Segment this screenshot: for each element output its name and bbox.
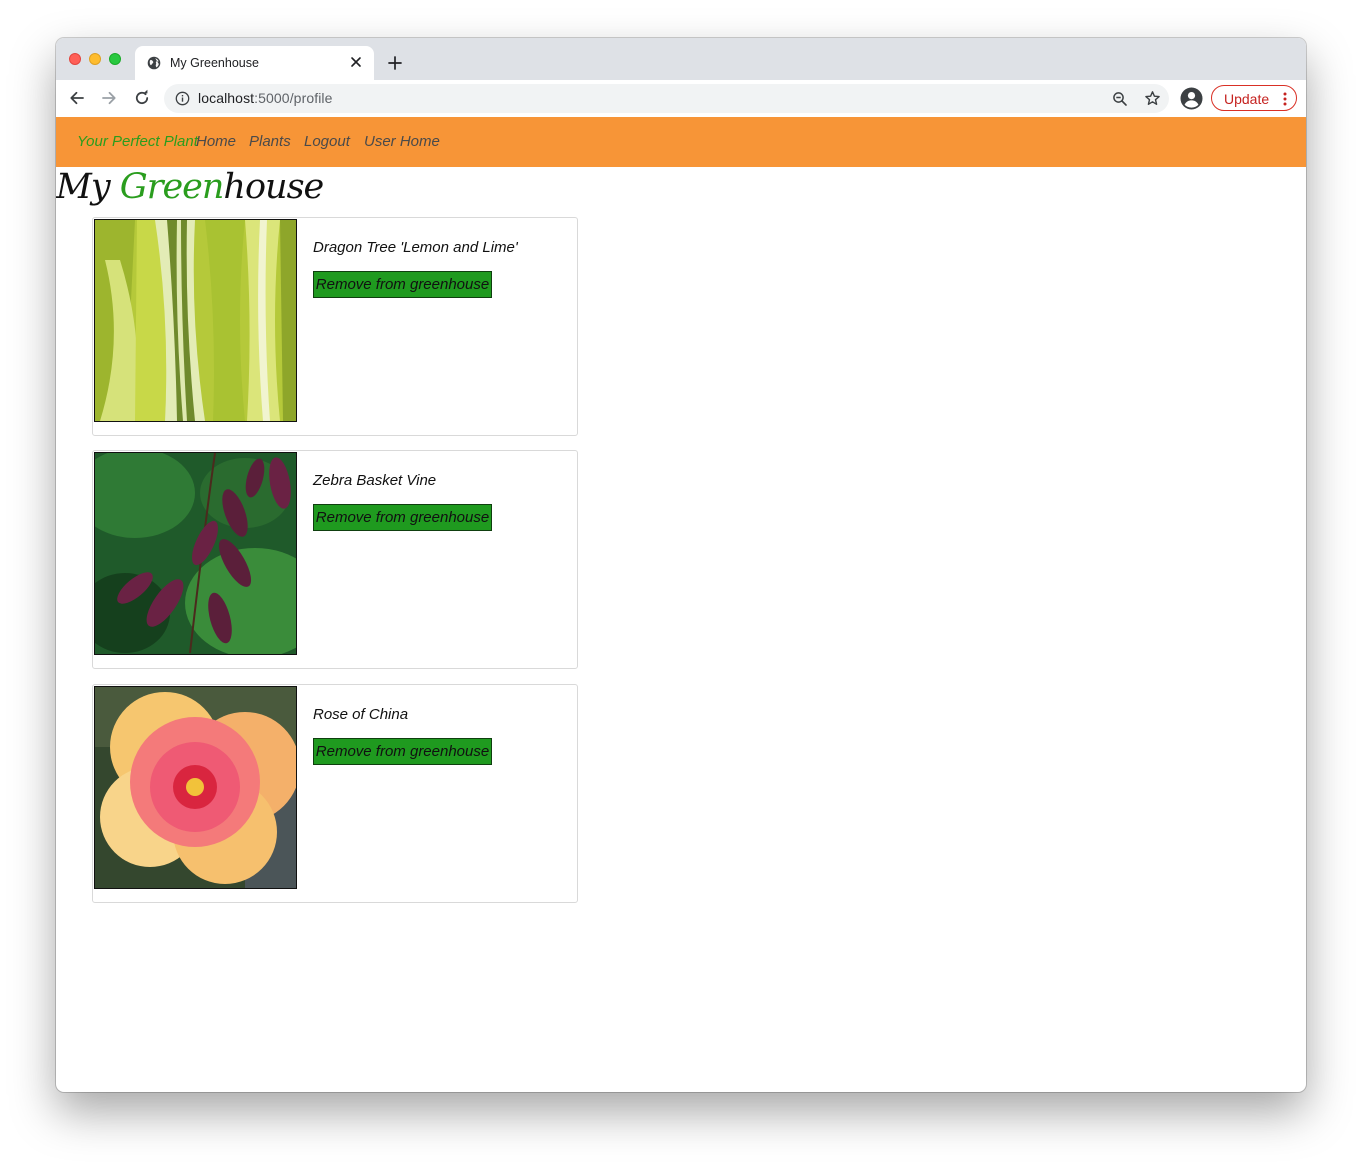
zoom-out-icon[interactable] xyxy=(1112,91,1128,107)
new-tab-plus-icon[interactable] xyxy=(387,55,403,71)
plant-name: Dragon Tree 'Lemon and Lime' xyxy=(313,239,518,256)
tab-active[interactable]: My Greenhouse xyxy=(135,46,374,80)
tab-title: My Greenhouse xyxy=(170,56,259,70)
reload-icon[interactable] xyxy=(133,89,151,107)
browser-toolbar: localhost:5000/profile Update xyxy=(56,80,1306,118)
update-label: Update xyxy=(1224,91,1270,107)
plant-card: Rose of China Remove from greenhouse xyxy=(92,684,578,903)
profile-avatar-icon[interactable] xyxy=(1180,87,1203,110)
update-button[interactable]: Update xyxy=(1211,85,1297,111)
nav-link-home[interactable]: Home xyxy=(196,133,236,150)
address-bar[interactable]: localhost:5000/profile xyxy=(164,84,1169,113)
page-title-part1: My xyxy=(56,167,120,207)
close-window-button[interactable] xyxy=(69,53,81,65)
nav-link-logout[interactable]: Logout xyxy=(304,133,350,150)
plant-image-zebra-vine xyxy=(94,452,297,655)
url-text[interactable]: localhost:5000/profile xyxy=(198,90,333,106)
nav-link-plants[interactable]: Plants xyxy=(249,133,291,150)
more-vert-icon[interactable] xyxy=(1283,92,1287,106)
url-host: localhost xyxy=(198,90,255,106)
bookmark-star-icon[interactable] xyxy=(1144,90,1161,107)
globe-icon xyxy=(147,56,161,70)
remove-from-greenhouse-button[interactable]: Remove from greenhouse xyxy=(313,738,492,765)
plant-card: Dragon Tree 'Lemon and Lime' Remove from… xyxy=(92,217,578,436)
forward-arrow-icon[interactable] xyxy=(100,89,118,107)
info-icon[interactable] xyxy=(175,91,190,106)
plant-name: Rose of China xyxy=(313,706,409,723)
page-title-green: Green xyxy=(119,167,225,207)
remove-from-greenhouse-button[interactable]: Remove from greenhouse xyxy=(313,271,492,298)
close-icon[interactable] xyxy=(348,54,364,70)
page-title: My Greenhouse xyxy=(56,167,324,211)
nav-link-user-home[interactable]: User Home xyxy=(364,133,440,150)
site-navbar: Your Perfect Plant Home Plants Logout Us… xyxy=(56,117,1306,167)
plant-image-dracaena xyxy=(94,219,297,422)
brand-link[interactable]: Your Perfect Plant xyxy=(77,133,198,150)
minimize-window-button[interactable] xyxy=(89,53,101,65)
browser-window: My Greenhouse localhost:5000/profile Upd… xyxy=(56,38,1306,1092)
remove-from-greenhouse-button[interactable]: Remove from greenhouse xyxy=(313,504,492,531)
plant-card: Zebra Basket Vine Remove from greenhouse xyxy=(92,450,578,669)
plant-name: Zebra Basket Vine xyxy=(313,472,437,489)
page-title-part2: house xyxy=(223,167,324,207)
back-arrow-icon[interactable] xyxy=(68,89,86,107)
url-path: :5000/profile xyxy=(254,90,333,106)
maximize-window-button[interactable] xyxy=(109,53,121,65)
plant-image-hibiscus xyxy=(94,686,297,889)
tab-strip: My Greenhouse xyxy=(56,38,1306,80)
